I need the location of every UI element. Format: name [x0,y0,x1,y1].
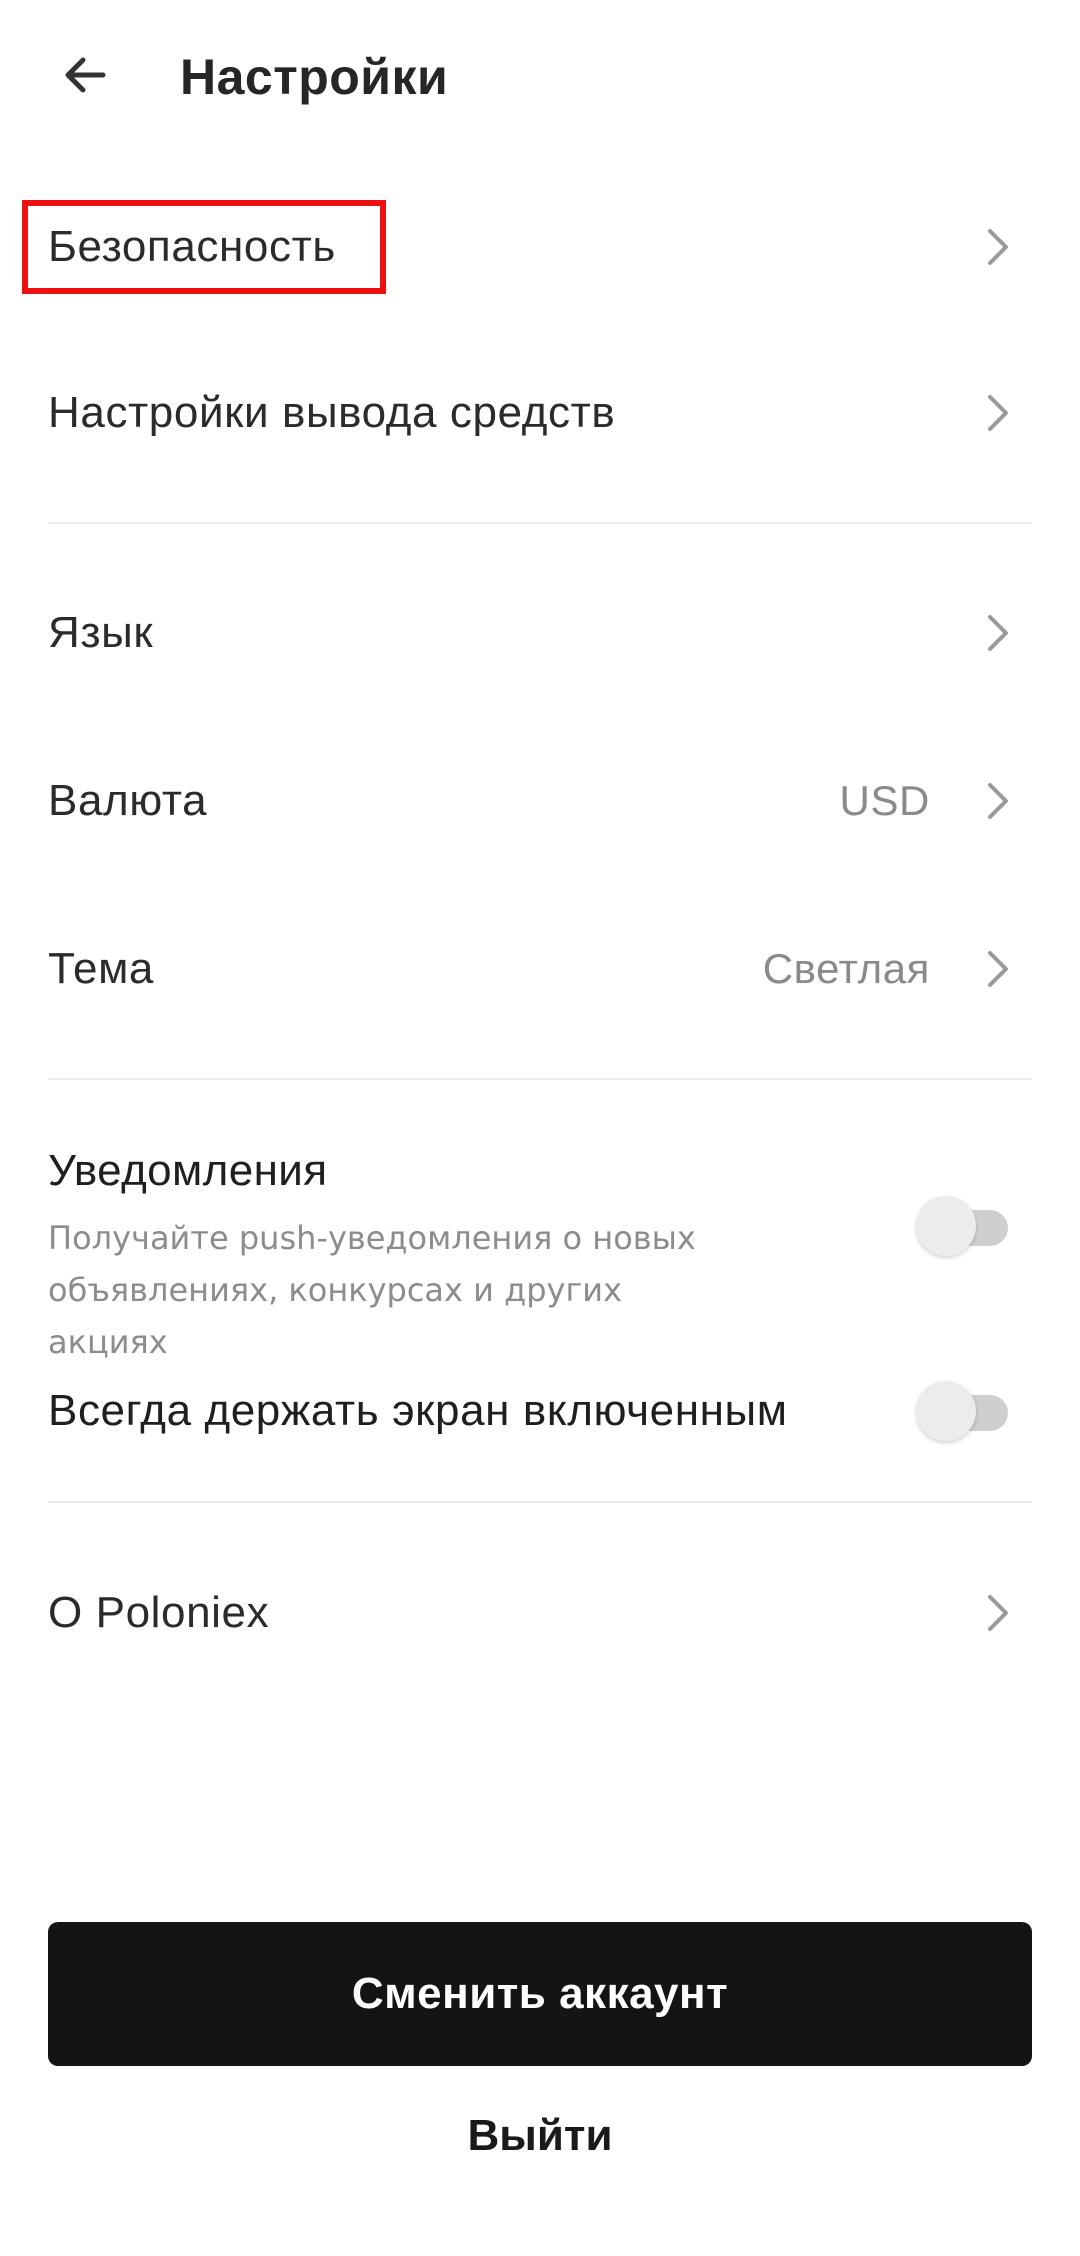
section-divider [48,1501,1032,1503]
app-header: Настройки [0,0,1080,156]
page-title: Настройки [180,49,449,105]
chevron-right-icon [984,223,1012,271]
toggle-knob [916,1381,976,1441]
chevron-right-icon [984,609,1012,657]
settings-item-label: О Poloniex [48,1588,270,1637]
settings-item-withdrawal[interactable]: Настройки вывода средств [48,366,1032,460]
theme-value: Светлая [762,945,930,992]
settings-item-currency[interactable]: Валюта USD [48,754,1032,848]
highlight-box [22,200,386,294]
settings-item-label: Валюта [48,776,208,825]
chevron-right-icon [984,777,1012,825]
switch-account-button[interactable]: Сменить аккаунт [48,1922,1032,2066]
notifications-description: Получайте push-уведомления о новых объяв… [48,1219,696,1361]
arrow-left-icon [65,57,106,93]
section-divider [48,1078,1032,1080]
settings-item-label: Всегда держать экран включенным [48,1386,788,1435]
logout-button[interactable]: Выйти [340,2096,740,2176]
back-button[interactable] [50,40,120,110]
notifications-title: Уведомления [48,1146,328,1195]
toggle-knob [916,1196,976,1256]
chevron-right-icon [984,945,1012,993]
settings-item-label: Язык [48,608,154,657]
settings-item-language[interactable]: Язык [48,586,1032,680]
currency-value: USD [839,777,930,824]
settings-item-label: Настройки вывода средств [48,388,616,437]
settings-item-about[interactable]: О Poloniex [48,1566,1032,1660]
chevron-right-icon [984,389,1012,437]
settings-item-keep-screen-on: Всегда держать экран включенным [48,1364,1032,1458]
chevron-right-icon [984,1589,1012,1637]
keep-screen-on-toggle[interactable] [916,1381,1016,1441]
settings-item-theme[interactable]: Тема Светлая [48,922,1032,1016]
section-divider [48,522,1032,524]
notifications-toggle[interactable] [916,1196,1016,1256]
settings-item-label: Тема [48,944,154,993]
